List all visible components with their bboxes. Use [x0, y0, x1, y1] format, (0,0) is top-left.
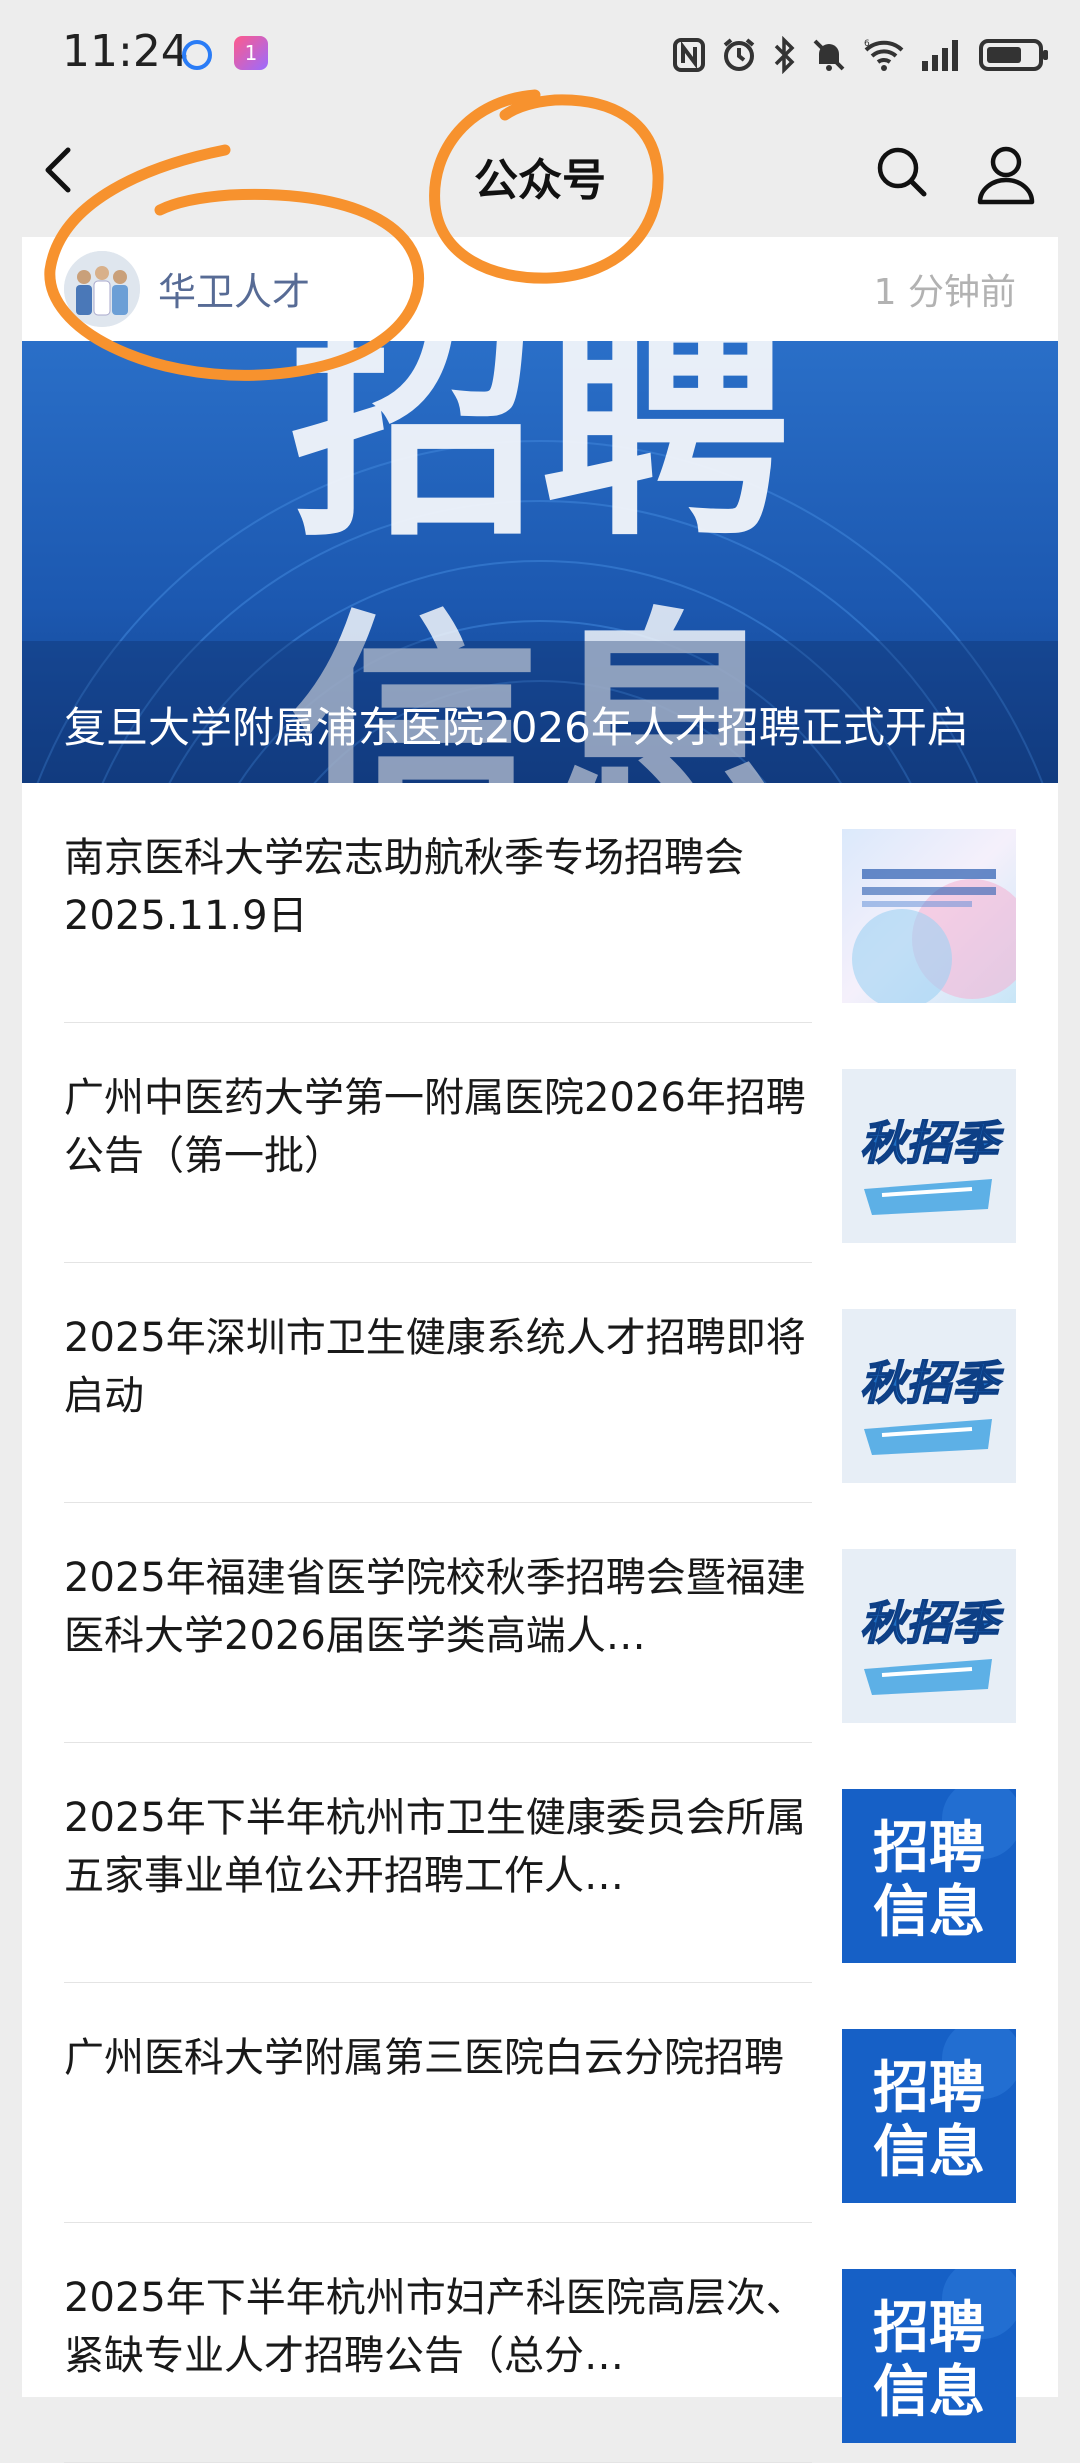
article-list-item[interactable]: 广州中医药大学第一附属医院2026年招聘公告（第一批） 秋招季 — [22, 1023, 1058, 1263]
hero-article[interactable]: 招聘 信息 复旦大学附属浦东医院2026年人才招聘正式开启 — [22, 341, 1058, 783]
account-name[interactable]: 华卫人才 — [158, 261, 310, 316]
autumn-recruitment-image: 秋招季 — [842, 1069, 1016, 1243]
thumbnail-text: 秋招季 — [860, 1356, 1004, 1410]
search-icon[interactable] — [870, 140, 934, 204]
article-thumbnail[interactable] — [842, 829, 1016, 1003]
system-icons: 6 — [672, 30, 1050, 80]
article-title[interactable]: 广州中医药大学第一附属医院2026年招聘公告（第一批） — [64, 1069, 812, 1185]
publish-time: 1 分钟前 — [873, 272, 1016, 313]
article-list: 南京医科大学宏志助航秋季专场招聘会2025.11.9日 广州中医药大学第一附属医… — [22, 783, 1058, 2463]
status-bar: 11:24 1 6 — [0, 0, 1080, 110]
recruitment-info-image: 招聘信息 — [842, 1789, 1016, 1963]
thumbnail-text-bottom: 信息 — [873, 1880, 985, 1945]
article-thumbnail[interactable]: 招聘 信息 — [842, 2029, 1016, 2203]
account-header[interactable]: 华卫人才 1 分钟前 — [22, 237, 1058, 341]
thumbnail-text-top: 招聘 — [873, 2296, 985, 2361]
job-fair-poster-image — [852, 869, 1016, 1003]
article-list-item[interactable]: 2025年下半年杭州市妇产科医院高层次、紧缺专业人才招聘公告（总分… 招聘 信息 — [22, 2223, 1058, 2463]
article-title[interactable]: 2025年福建省医学院校秋季招聘会暨福建医科大学2026届医学类高端人… — [64, 1549, 812, 1665]
thumbnail-text-bottom: 信息 — [873, 2360, 985, 2425]
svg-text:6: 6 — [864, 39, 870, 49]
bluetooth-icon — [774, 36, 795, 74]
nfc-icon — [673, 38, 705, 72]
recruitment-info-image: 招聘信息 — [842, 2269, 1016, 2443]
alarm-icon — [723, 38, 755, 71]
hero-title[interactable]: 复旦大学附属浦东医院2026年人才招聘正式开启 — [64, 697, 1016, 759]
wifi-icon: 6 — [864, 39, 904, 71]
user-profile-icon[interactable] — [972, 140, 1040, 208]
thumbnail-text: 秋招季 — [860, 1116, 1004, 1170]
status-time: 11:24 — [62, 26, 189, 77]
article-thumbnail[interactable]: 秋招季 — [842, 1069, 1016, 1243]
article-thumbnail[interactable]: 招聘 信息 — [842, 2269, 1016, 2443]
article-list-item[interactable]: 南京医科大学宏志助航秋季专场招聘会2025.11.9日 — [22, 783, 1058, 1023]
article-list-item[interactable]: 2025年下半年杭州市卫生健康委员会所属五家事业单位公开招聘工作人… 招聘 信息 — [22, 1743, 1058, 1983]
article-list-item[interactable]: 2025年深圳市卫生健康系统人才招聘即将启动 秋招季 — [22, 1263, 1058, 1503]
article-title[interactable]: 2025年下半年杭州市妇产科医院高层次、紧缺专业人才招聘公告（总分… — [64, 2269, 812, 2385]
autumn-recruitment-image: 秋招季 — [842, 1549, 1016, 1723]
article-title[interactable]: 2025年深圳市卫生健康系统人才招聘即将启动 — [64, 1309, 812, 1425]
article-thumbnail[interactable]: 秋招季 — [842, 1309, 1016, 1483]
autumn-recruitment-image: 秋招季 — [842, 1309, 1016, 1483]
battery-icon — [979, 39, 1048, 71]
notification-app-icon — [182, 40, 212, 70]
article-title[interactable]: 广州医科大学附属第三医院白云分院招聘 — [64, 2029, 812, 2087]
recruitment-info-image: 招聘信息 — [842, 2029, 1016, 2203]
article-thumbnail[interactable]: 招聘 信息 — [842, 1789, 1016, 1963]
nav-bar: 公众号 — [0, 110, 1080, 230]
article-title[interactable]: 南京医科大学宏志助航秋季专场招聘会2025.11.9日 — [64, 829, 812, 945]
article-title[interactable]: 2025年下半年杭州市卫生健康委员会所属五家事业单位公开招聘工作人… — [64, 1789, 812, 1905]
article-list-item[interactable]: 广州医科大学附属第三医院白云分院招聘 招聘 信息 — [22, 1983, 1058, 2223]
thumbnail-text-top: 招聘 — [873, 2056, 985, 2121]
article-card: 华卫人才 1 分钟前 招聘 信息 复旦大学附属浦东医院2026年人才招聘正式开启… — [22, 237, 1058, 2463]
medical-staff-icon — [64, 251, 140, 327]
thumbnail-text-bottom: 信息 — [873, 2120, 985, 2185]
thumbnail-text-top: 招聘 — [873, 1816, 985, 1881]
hero-bg-text-top: 招聘 — [290, 341, 790, 570]
article-thumbnail[interactable]: 秋招季 — [842, 1549, 1016, 1723]
thumbnail-text: 秋招季 — [860, 1596, 1004, 1650]
notification-badge-icon: 1 — [234, 36, 268, 70]
account-avatar[interactable] — [64, 251, 140, 327]
signal-icon — [922, 40, 958, 71]
mute-bell-icon — [813, 39, 845, 71]
article-list-item[interactable]: 2025年福建省医学院校秋季招聘会暨福建医科大学2026届医学类高端人… 秋招季 — [22, 1503, 1058, 1743]
